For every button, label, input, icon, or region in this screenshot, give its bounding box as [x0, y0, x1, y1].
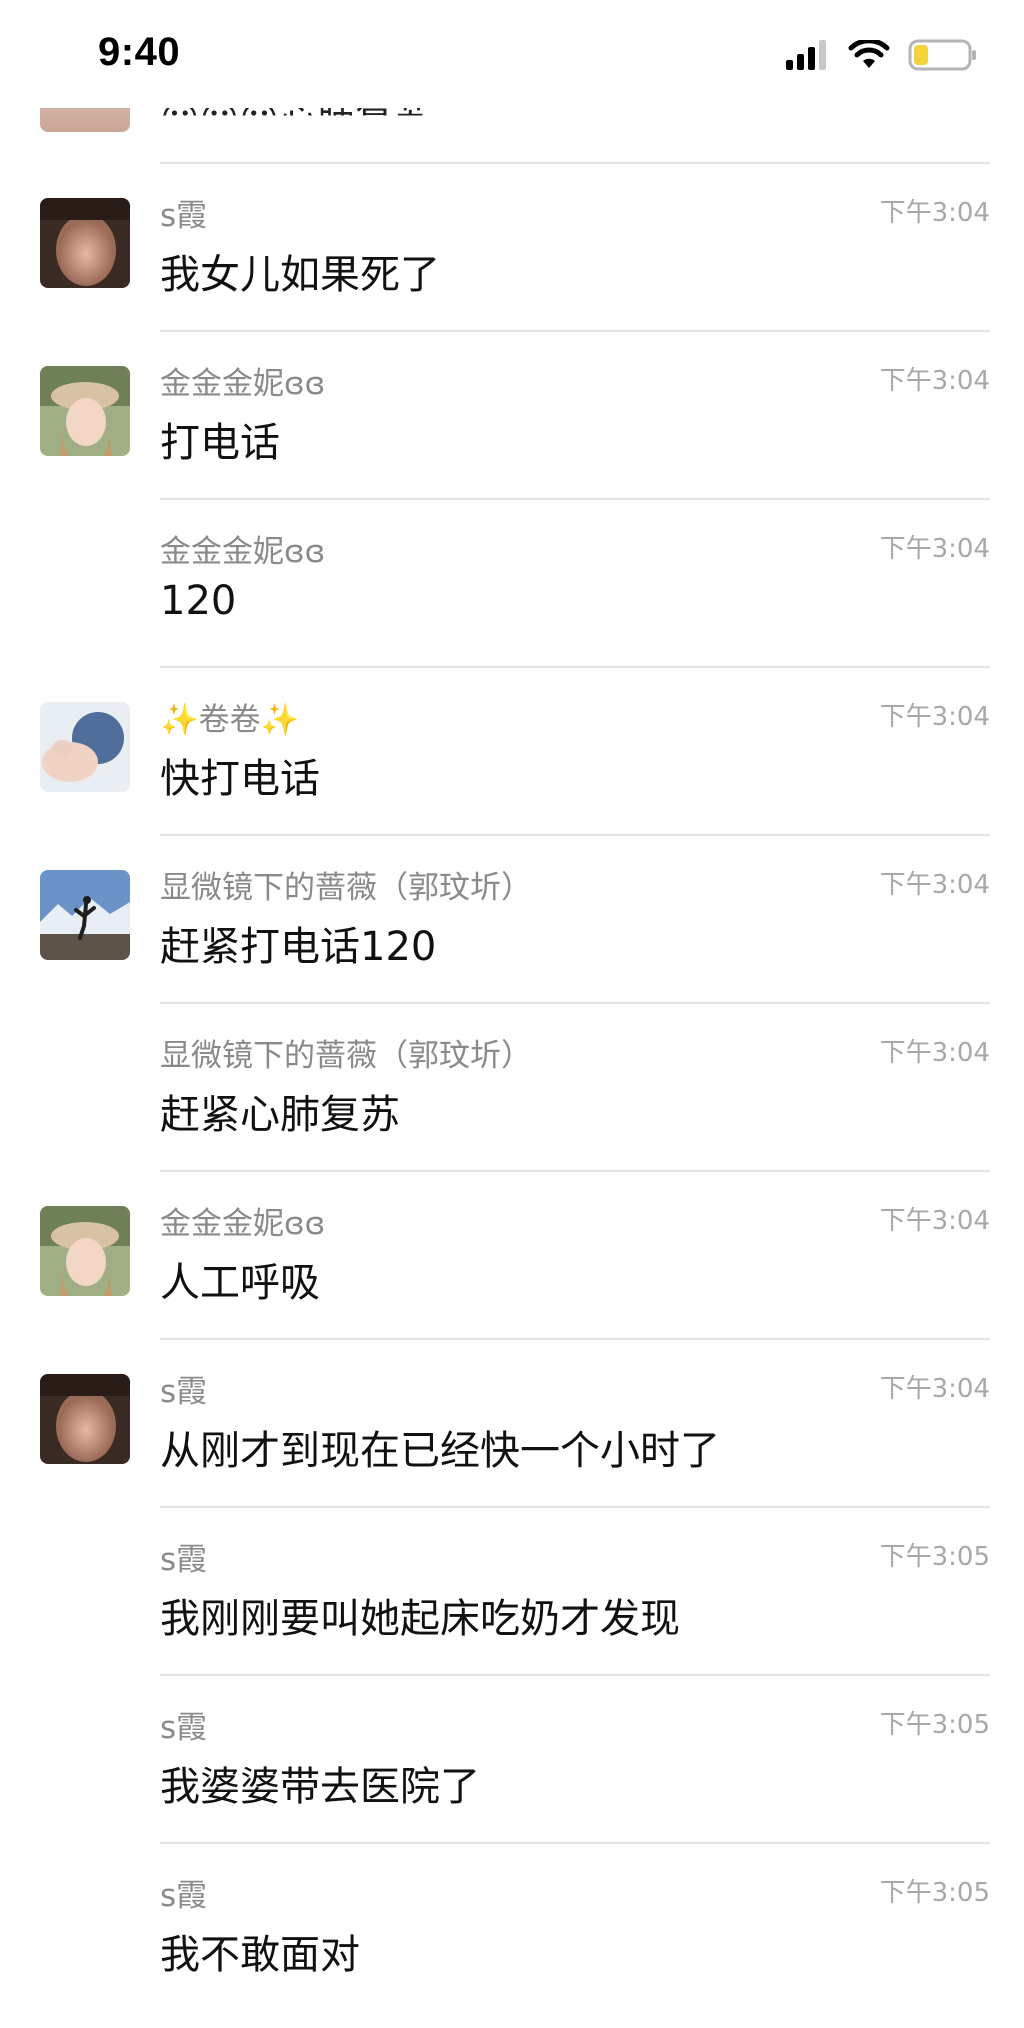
avatar-s-xia[interactable]: [40, 198, 130, 288]
wifi-icon: [848, 40, 890, 68]
message-time: 下午3:04: [879, 702, 990, 732]
message-time: 下午3:04: [879, 1206, 990, 1236]
message-time: 下午3:05: [879, 1710, 990, 1740]
message-time: 下午3:04: [879, 1374, 990, 1404]
sender-name[interactable]: 显微镜下的蔷薇（郭玟圻）: [160, 1030, 532, 1075]
sender-name[interactable]: s霞: [160, 190, 207, 235]
cellular-signal-icon: [786, 40, 826, 70]
sender-name[interactable]: 金金金妮ɞɞ: [160, 358, 325, 403]
message-text: 从刚才到现在已经快一个小时了: [160, 1428, 720, 1474]
battery-icon: [908, 39, 976, 71]
sender-name[interactable]: s霞: [160, 1534, 207, 1579]
message-time: 下午3:04: [879, 534, 990, 564]
message-time: 下午3:04: [879, 870, 990, 900]
message-text: 赶紧打电话120: [160, 924, 437, 970]
message-time: 下午3:05: [879, 1878, 990, 1908]
message-row[interactable]: 显微镜下的蔷薇（郭玟圻） 下午3:04 赶紧心肺复苏: [0, 1002, 1024, 1170]
message-text: 120: [160, 578, 237, 624]
status-icons: [786, 38, 978, 72]
avatar-juanjuan[interactable]: [40, 702, 130, 792]
message-text: 我女儿如果死了: [160, 252, 440, 298]
sender-name[interactable]: 金金金妮ɞɞ: [160, 526, 325, 571]
message-time: 下午3:04: [879, 366, 990, 396]
sender-name[interactable]: ✨卷卷✨: [160, 694, 299, 739]
message-row[interactable]: 金金金妮ɞɞ 下午3:04 打电话: [0, 330, 1024, 498]
sender-name[interactable]: s霞: [160, 1870, 207, 1915]
avatar-jinni[interactable]: [40, 1206, 130, 1296]
message-text: 打电话: [160, 420, 280, 466]
message-time: 下午3:04: [879, 1038, 990, 1068]
sender-name[interactable]: s霞: [160, 1366, 207, 1411]
message-row[interactable]: 金金金妮ɞɞ 下午3:04 人工呼吸: [0, 1170, 1024, 1338]
avatar-jinni[interactable]: [40, 366, 130, 456]
message-text: 赶紧心肺复苏: [160, 1092, 400, 1138]
status-time: 9:40: [98, 30, 181, 74]
message-row[interactable]: s霞 下午3:05 我婆婆带去医院了: [0, 1674, 1024, 1842]
message-row[interactable]: s霞 下午3:05 我不敢面对: [0, 1842, 1024, 2010]
sender-name[interactable]: 显微镜下的蔷薇（郭玟圻）: [160, 862, 532, 907]
message-text: 我不敢面对: [160, 1932, 360, 1978]
sender-name[interactable]: s霞: [160, 1702, 207, 1747]
message-text: 人工呼吸: [160, 1260, 320, 1306]
status-bar: 9:40: [0, 0, 1024, 108]
avatar-qiangwei[interactable]: [40, 870, 130, 960]
message-row[interactable]: 金金金妮ɞɞ 下午3:04 120: [0, 498, 1024, 666]
sender-name[interactable]: 金金金妮ɞɞ: [160, 1198, 325, 1243]
message-list[interactable]: s霞 下午3:04 我女儿如果死了 金金金妮ɞɞ 下午3:04 打电话 金金金妮…: [0, 162, 1024, 2010]
message-row[interactable]: s霞 下午3:04 我女儿如果死了: [0, 162, 1024, 330]
message-row[interactable]: s霞 下午3:04 从刚才到现在已经快一个小时了: [0, 1338, 1024, 1506]
message-row[interactable]: s霞 下午3:05 我刚刚要叫她起床吃奶才发现: [0, 1506, 1024, 1674]
message-row[interactable]: 显微镜下的蔷薇（郭玟圻） 下午3:04 赶紧打电话120: [0, 834, 1024, 1002]
message-time: 下午3:05: [879, 1542, 990, 1572]
message-text: 我刚刚要叫她起床吃奶才发现: [160, 1596, 680, 1642]
message-text: 快打电话: [160, 756, 320, 802]
message-time: 下午3:04: [879, 198, 990, 228]
message-row[interactable]: ✨卷卷✨ 下午3:04 快打电话: [0, 666, 1024, 834]
message-text: 我婆婆带去医院了: [160, 1764, 480, 1810]
avatar-s-xia[interactable]: [40, 1374, 130, 1464]
